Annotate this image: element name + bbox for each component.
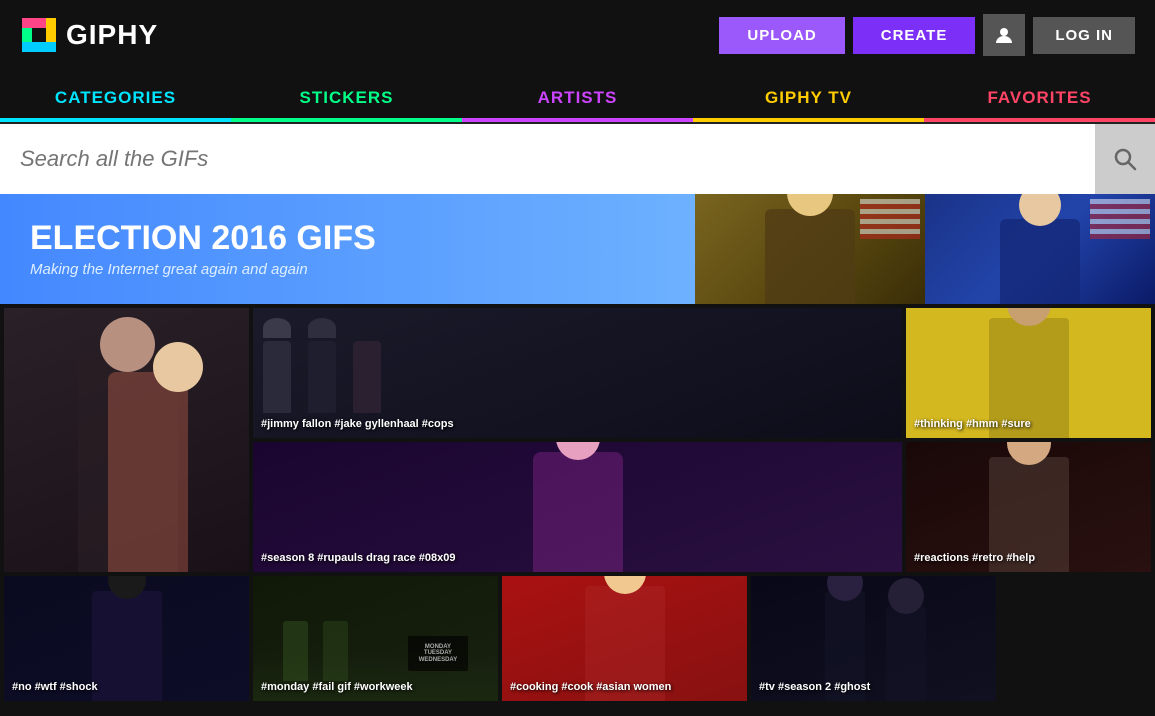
gif-tags-ghost: #tv #season 2 #ghost [759,681,870,693]
gif-tags-cops: #jimmy fallon #jake gyllenhaal #cops [261,418,454,430]
search-icon [1112,146,1138,172]
gif-tags-reactions: #reactions #retro #help [914,552,1035,564]
banner-image-trump [695,194,925,304]
logo-area: GIPHY [20,16,158,54]
gif-cell-monday[interactable]: MONDAYTUESDAYWEDNESDAY #monday #fail gif… [253,576,498,701]
gif-grid-top: #jimmy fallon #jake gyllenhaal #cops #th… [4,308,1151,572]
search-button[interactable] [1095,124,1155,194]
search-bar [0,124,1155,194]
tab-artists[interactable]: ARTISTS [462,70,693,122]
giphy-logo-icon [20,16,58,54]
upload-button[interactable]: UPLOAD [719,17,844,54]
gif-tags-monday: #monday #fail gif #workweek [261,681,413,693]
gif-cell-cooking[interactable]: #cooking #cook #asian women [502,576,747,701]
banner-title: ELECTION 2016 GIFS [30,220,376,257]
gif-cell-drag[interactable]: #season 8 #rupauls drag race #08x09 [253,442,902,572]
search-input[interactable] [20,146,1095,172]
header-actions: UPLOAD CREATE LOG IN [719,14,1135,56]
gif-cell-cops[interactable]: #jimmy fallon #jake gyllenhaal #cops [253,308,902,438]
tab-stickers[interactable]: STICKERS [231,70,462,122]
banner-image-clinton [925,194,1155,304]
avatar-button[interactable] [983,14,1025,56]
gif-cell-couple[interactable] [4,308,249,572]
gif-cell-ghost[interactable]: #tv #season 2 #ghost [751,576,996,701]
create-button[interactable]: CREATE [853,17,976,54]
gif-cell-thinking[interactable]: #thinking #hmm #sure [906,308,1151,438]
nav-tabs: CATEGORIES STICKERS ARTISTS GIPHY TV FAV… [0,70,1155,124]
banner-text: ELECTION 2016 GIFS Making the Internet g… [0,200,406,298]
gif-tags-drag: #season 8 #rupauls drag race #08x09 [261,552,455,564]
user-icon [994,25,1014,45]
gif-cell-reactions[interactable]: #reactions #retro #help [906,442,1151,572]
logo-text: GIPHY [66,19,158,51]
gif-tags-cooking: #cooking #cook #asian women [510,681,671,693]
banner-images [695,194,1155,304]
tab-giphytv[interactable]: GIPHY TV [693,70,924,122]
gif-tags-shock: #no #wtf #shock [12,681,98,693]
election-banner[interactable]: ELECTION 2016 GIFS Making the Internet g… [0,194,1155,304]
header: GIPHY UPLOAD CREATE LOG IN [0,0,1155,70]
login-button[interactable]: LOG IN [1033,17,1135,54]
gif-cell-shock[interactable]: #no #wtf #shock [4,576,249,701]
gif-grid-bottom: #no #wtf #shock MONDAYTUESDAYWEDNESDAY #… [4,576,1151,701]
gif-tags-thinking: #thinking #hmm #sure [914,418,1031,430]
tab-categories[interactable]: CATEGORIES [0,70,231,122]
banner-subtitle: Making the Internet great again and agai… [30,261,376,278]
tab-favorites[interactable]: FAVORITES [924,70,1155,122]
